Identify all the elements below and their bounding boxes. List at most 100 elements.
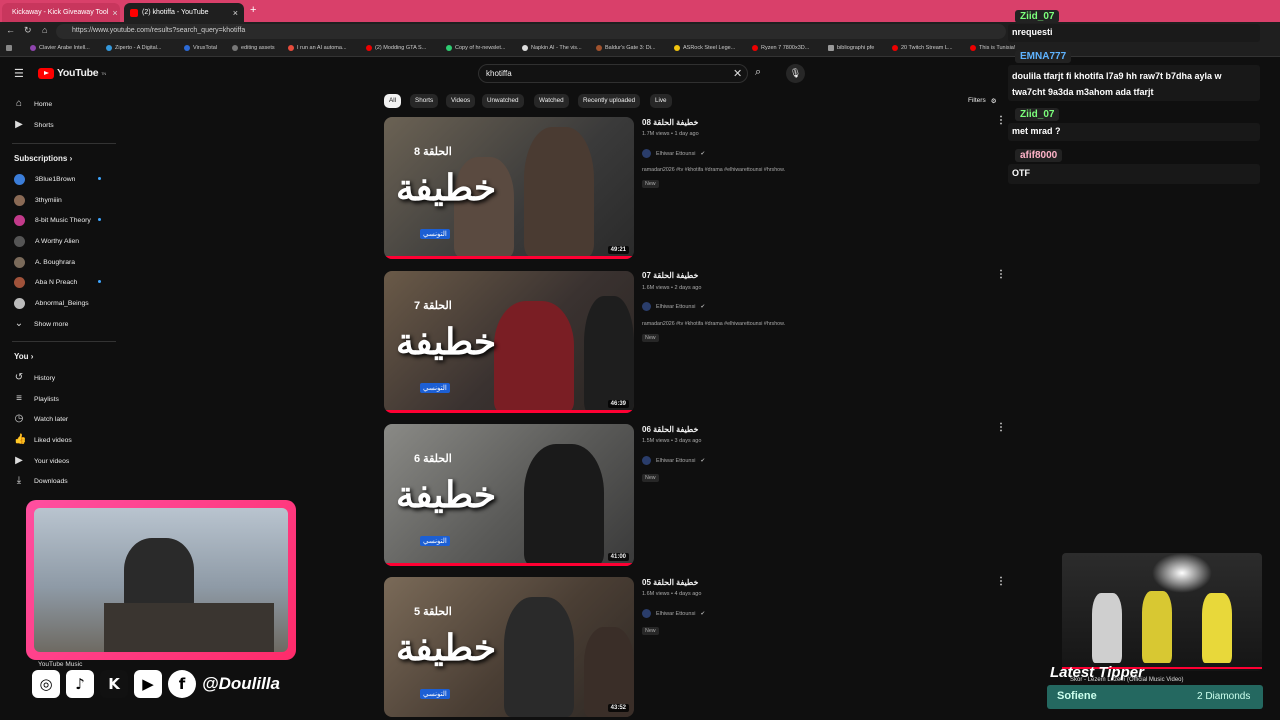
new-tab-icon[interactable]: +: [250, 4, 256, 16]
menu-icon[interactable]: ☰: [14, 67, 24, 80]
watch-progress-bar: [384, 410, 634, 413]
channel-link[interactable]: Elhiwar Ettounsi ✔: [642, 456, 705, 465]
bookmark-item[interactable]: Copy of hr-newslet...: [446, 45, 505, 51]
avatar: [14, 235, 25, 247]
video-title[interactable]: خطيفة الحلقة 07: [642, 271, 698, 280]
sidebar-item-shorts[interactable]: ▶ Shorts: [14, 116, 54, 134]
bookmark-item[interactable]: This is Tunisia!: [970, 45, 1015, 51]
channel-link[interactable]: Elhiwar Ettounsi ✔: [642, 149, 705, 158]
bookmark-item[interactable]: VirusTotal: [184, 45, 217, 51]
chip-live[interactable]: Live: [650, 94, 672, 108]
chip-recently-uploaded[interactable]: Recently uploaded: [578, 94, 641, 108]
thumbnail-figure: [504, 597, 574, 717]
browser-tab[interactable]: Kickaway - Kick Giveaway Tool ×: [2, 3, 120, 22]
bookmark-item[interactable]: (2) Modding GTA S...: [366, 45, 426, 51]
filters-button[interactable]: Filters ⚙: [968, 97, 997, 105]
search-icon[interactable]: ⌕: [755, 66, 761, 79]
channel-avatar: [642, 609, 651, 618]
sidebar-item-history[interactable]: ↺ History: [14, 369, 55, 387]
sidebar-item-subscription[interactable]: 3thymiiin: [14, 191, 62, 209]
browser-tab-active[interactable]: (2) khotiffa - YouTube ×: [124, 3, 244, 22]
avatar: [14, 173, 25, 185]
chip-unwatched[interactable]: Unwatched: [482, 94, 524, 108]
close-tab-icon[interactable]: ×: [233, 8, 238, 18]
sidebar-label: 3Blue1Brown: [35, 175, 76, 183]
more-options-icon[interactable]: ⋮: [996, 269, 1006, 280]
url-field[interactable]: https://www.youtube.com/results?search_q…: [56, 24, 1006, 39]
bookmark-item[interactable]: bibliographi pfe: [828, 45, 874, 51]
more-options-icon[interactable]: ⋮: [996, 422, 1006, 433]
bookmark-item[interactable]: Baldur's Gate 3: Di...: [596, 45, 656, 51]
verified-icon: ✔: [700, 457, 706, 464]
episode-label: الحلقة 7: [414, 300, 452, 312]
video-thumbnail[interactable]: الحلقة 5 خطيفة التونسي 43:52: [384, 577, 634, 717]
video-thumbnail[interactable]: الحلقة 7 خطيفة التونسي 46:39: [384, 271, 634, 413]
sidebar-item-watch-later[interactable]: ◷ Watch later: [14, 410, 69, 428]
subscriptions-heading[interactable]: Subscriptions ›: [14, 154, 72, 163]
chat-message: doulila tfarjt fi khotifa l7a9 hh raw7t …: [1008, 65, 1260, 101]
show-logo: خطيفة: [396, 321, 497, 363]
youtube-icon: ▶: [134, 670, 162, 698]
channel-link[interactable]: Elhiwar Ettounsi ✔: [642, 609, 705, 618]
video-title[interactable]: خطيفة الحلقة 06: [642, 425, 698, 434]
bookmark-item[interactable]: Napkin AI - The vis...: [522, 45, 582, 51]
chip-watched[interactable]: Watched: [534, 94, 569, 108]
sidebar-item-liked[interactable]: 👍 Liked videos: [14, 431, 72, 449]
upload-age: 4 days ago: [674, 591, 702, 597]
you-heading[interactable]: You ›: [14, 352, 33, 361]
home-browser-icon[interactable]: ⌂: [42, 25, 47, 35]
video-description: ramadan2026 #tv #khotifa #drama #elhiwar…: [642, 167, 786, 173]
chip-all[interactable]: All: [384, 94, 401, 108]
sidebar-label: Playlists: [34, 395, 59, 403]
views: 1.7M views: [642, 131, 670, 137]
video-title[interactable]: خطيفة الحلقة 05: [642, 578, 698, 587]
video-title[interactable]: خطيفة الحلقة 08: [642, 118, 698, 127]
channel-logo-badge: التونسي: [420, 689, 450, 699]
channel-logo-badge: التونسي: [420, 229, 450, 239]
chip-videos[interactable]: Videos: [446, 94, 476, 108]
sidebar-item-subscription[interactable]: Abnormal_Beings: [14, 294, 89, 312]
tab-title: Kickaway - Kick Giveaway Tool: [12, 9, 109, 16]
avatar: [14, 256, 25, 268]
sidebar-item-downloads[interactable]: ⤓ Downloads: [14, 472, 68, 490]
sidebar-item-playlists[interactable]: ≡ Playlists: [14, 390, 59, 408]
history-icon: ↺: [14, 372, 24, 383]
streamer-handle: @Doulilla: [202, 674, 280, 693]
channel-link[interactable]: Elhiwar Ettounsi ✔: [642, 302, 705, 311]
new-badge: New: [642, 474, 659, 482]
youtube-logo[interactable]: YouTube TN: [38, 67, 106, 79]
bookmark-item[interactable]: I run an AI automa...: [288, 45, 347, 51]
chip-shorts[interactable]: Shorts: [410, 94, 439, 108]
desk-shape: [104, 603, 274, 652]
sidebar-item-your-videos[interactable]: ▶ Your videos: [14, 452, 69, 470]
back-icon[interactable]: ←: [6, 25, 15, 35]
sidebar-item-subscription[interactable]: A Worthy Alien: [14, 232, 79, 250]
show-more-button[interactable]: ⌄ Show more: [14, 315, 69, 333]
sidebar-item-subscription[interactable]: 3Blue1Brown: [14, 170, 75, 188]
more-options-icon[interactable]: ⋮: [996, 576, 1006, 587]
bookmark-item[interactable]: Ziperto - A Digital...: [106, 45, 161, 51]
bookmark-item[interactable]: Clavier Arabe Intell...: [30, 45, 90, 51]
clear-search-icon[interactable]: ✕: [733, 67, 742, 80]
sidebar-item-youtube-music[interactable]: YouTube Music: [38, 661, 82, 668]
sidebar-item-subscription[interactable]: A. Boughrara: [14, 253, 75, 271]
bookmark-item[interactable]: Ryzen 7 7800x3D...: [752, 45, 809, 51]
sidebar-item-home[interactable]: ⌂ Home: [14, 95, 52, 113]
video-thumbnail[interactable]: الحلقة 6 خطيفة التونسي 41:00: [384, 424, 634, 566]
reload-icon[interactable]: ↻: [24, 25, 32, 36]
bookmark-item[interactable]: ASRock Steel Lege...: [674, 45, 735, 51]
close-tab-icon[interactable]: ×: [112, 8, 117, 18]
voice-search-icon[interactable]: 🎙: [786, 64, 805, 83]
bookmark-item[interactable]: editing assets: [232, 45, 275, 51]
video-thumbnail[interactable]: الحلقة 8 خطيفة التونسي 49:21: [384, 117, 634, 259]
upload-age: 1 day ago: [674, 131, 699, 137]
section-title: Subscriptions: [14, 154, 68, 163]
duration-badge: 49:21: [607, 246, 629, 254]
search-input[interactable]: khotiffa: [478, 64, 748, 83]
sidebar-item-subscription[interactable]: Aba N Preach: [14, 273, 77, 291]
more-options-icon[interactable]: ⋮: [996, 115, 1006, 126]
sidebar-item-subscription[interactable]: 8-bit Music Theory: [14, 211, 91, 229]
bookmark-item[interactable]: 20 Twitch Stream L...: [892, 45, 953, 51]
verified-icon: ✔: [700, 610, 706, 617]
bookmark-apps-icon[interactable]: [6, 45, 12, 51]
